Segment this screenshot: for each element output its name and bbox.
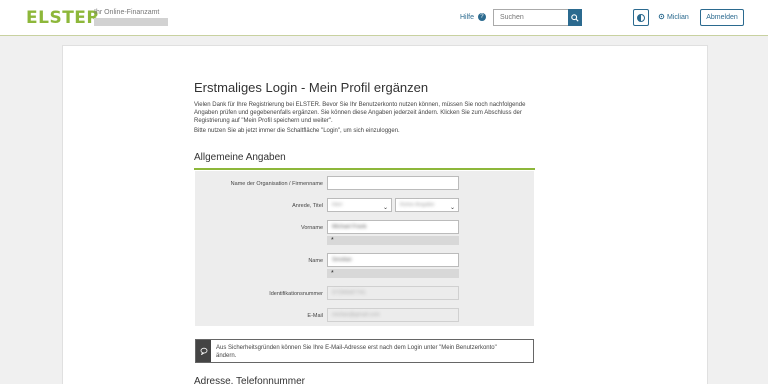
firstname-input[interactable]: Michael Frank: [327, 220, 459, 234]
firstname-value: Michael Frank: [332, 224, 367, 230]
search-icon: [571, 13, 579, 22]
elster-logo[interactable]: ELSTER: [26, 8, 100, 28]
org-label: Name der Organisation / Firmenname: [230, 181, 323, 187]
title-select[interactable]: Keine Angabe ⌄: [395, 198, 459, 212]
email-value: miclian@gmail.com: [332, 312, 380, 318]
id-field: 07296587741: [327, 286, 459, 300]
speech-bubble-icon: [196, 340, 211, 362]
name-value: Smolian: [332, 257, 352, 263]
user-name: Miclian: [666, 14, 689, 21]
search-button[interactable]: [568, 9, 582, 26]
gear-icon: [658, 13, 665, 20]
section-title-address: Adresse, Telefonnummer: [194, 376, 305, 384]
email-label: E-Mail: [307, 313, 323, 319]
section-title-general: Allgemeine Angaben: [194, 152, 286, 163]
page-title: Erstmaliges Login - Mein Profil ergänzen: [194, 80, 429, 95]
intro-paragraph: Vielen Dank für Ihre Registrierung bei E…: [194, 102, 526, 124]
id-label: Identifikationsnummer: [269, 291, 323, 297]
search-input[interactable]: [493, 9, 569, 26]
header-bar: ELSTER Ihr Online-Finanzamt Hilfe ? Micl…: [0, 0, 768, 36]
help-link[interactable]: Hilfe ?: [460, 13, 486, 21]
contrast-toggle-button[interactable]: [633, 9, 649, 26]
id-value: 07296587741: [332, 290, 366, 296]
form-panel: [195, 171, 534, 326]
security-notice: Aus Sicherheitsgründen können Sie Ihre E…: [195, 339, 534, 363]
intro-paragraph: Bitte nutzen Sie ab jetzt immer die Scha…: [194, 128, 400, 134]
notice-text: Aus Sicherheitsgründen können Sie Ihre E…: [216, 345, 497, 359]
email-field: miclian@gmail.com: [327, 308, 459, 322]
salutation-select[interactable]: Herr ⌄: [327, 198, 392, 212]
help-label: Hilfe: [460, 13, 475, 21]
user-menu[interactable]: Miclian: [658, 13, 689, 21]
name-label: Name: [308, 258, 323, 264]
logout-button[interactable]: Abmelden: [700, 9, 744, 26]
salutation-value: Herr: [332, 202, 343, 208]
logo-redacted-bar: [94, 18, 168, 26]
intro-text: Vielen Dank für Ihre Registrierung bei E…: [194, 101, 534, 137]
firstname-label: Vorname: [300, 225, 323, 231]
org-input[interactable]: [327, 176, 459, 190]
salutation-label: Anrede, Titel: [292, 203, 323, 209]
chevron-down-icon: ⌄: [449, 205, 455, 211]
section-divider: [194, 168, 535, 170]
required-marker: *: [327, 269, 459, 278]
title-value: Keine Angabe: [400, 202, 435, 208]
required-marker: *: [327, 236, 459, 245]
question-icon: ?: [477, 13, 486, 21]
contrast-icon: [637, 13, 645, 22]
name-input[interactable]: Smolian: [327, 253, 459, 267]
logo-subtitle: Ihr Online-Finanzamt: [94, 9, 160, 16]
chevron-down-icon: ⌄: [382, 205, 388, 211]
